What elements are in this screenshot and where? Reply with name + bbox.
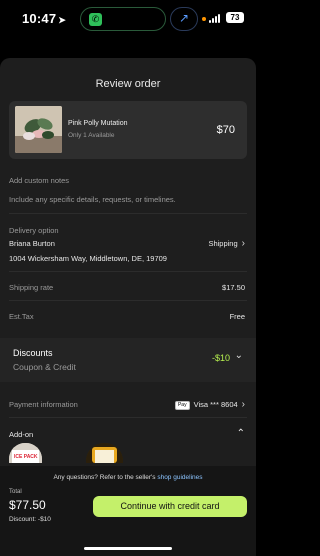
shipping-rate-label: Shipping rate [9,283,54,292]
product-availability: Only 1 Available [68,132,115,139]
mic-indicator-icon [202,17,206,21]
divider [9,213,247,214]
chevron-right-icon: › [241,238,245,249]
divider [9,271,247,272]
discounts-value: -$10 [211,353,230,363]
payment-method-button[interactable]: Pay Visa *** 8604 › [174,399,245,410]
arrow-icon: ↗ [179,11,190,25]
discounts-title: Discounts [13,348,53,358]
discount-summary: Discount: -$10 [9,516,51,523]
delivery-label: Delivery option [9,226,59,235]
addon-label: Add-on [9,430,34,439]
chevron-up-icon[interactable]: ⌃ [237,428,245,439]
total-value: $77.50 [9,498,46,512]
divider [9,300,247,301]
shop-guidelines-link[interactable]: shop guidelines [157,474,202,481]
divider [9,417,247,418]
svg-text:ICE PACK: ICE PACK [14,454,38,460]
custom-notes-label: Add custom notes [9,176,70,185]
guidelines-text: Any questions? Refer to the seller's sho… [53,474,203,481]
product-card[interactable]: Pink Polly Mutation Only 1 Available $70 [9,101,247,159]
delivery-name: Briana Burton [9,239,55,248]
tax-label: Est.Tax [9,312,34,321]
payment-label: Payment information [9,400,78,409]
navigation-indicator[interactable]: ↗ [170,7,198,31]
home-indicator[interactable] [84,547,172,550]
product-image [15,106,62,153]
discounts-subtitle: Coupon & Credit [13,362,76,372]
shipping-rate-value: $17.50 [222,283,245,292]
battery-icon: 73 [226,12,244,23]
continue-with-credit-card-button[interactable]: Continue with credit card [93,496,247,517]
delivery-method-button[interactable]: Shipping › [208,238,245,249]
signal-icon [209,13,223,23]
delivery-method: Shipping [208,239,238,248]
status-time: 10:47 ➤ [22,11,66,26]
delivery-address: 1004 Wickersham Way, Middletown, DE, 197… [9,254,167,263]
chevron-right-icon: › [241,399,245,410]
apple-pay-icon: Pay [174,400,190,410]
phone-icon: ✆ [89,13,102,26]
dynamic-island-call[interactable]: ✆ [80,7,166,31]
product-name: Pink Polly Mutation [68,120,128,127]
page-title: Review order [95,78,161,90]
total-label: Total [9,489,22,495]
status-bar: 10:47 ➤ ✆ ↗ 73 [0,0,256,36]
product-price: $70 [216,124,235,136]
chevron-down-icon[interactable]: ⌄ [235,350,243,361]
payment-card: Visa *** 8604 [193,400,238,409]
location-arrow-icon: ➤ [58,15,66,25]
tax-value: Free [229,312,245,321]
custom-notes-input[interactable]: Include any specific details, requests, … [9,195,176,204]
